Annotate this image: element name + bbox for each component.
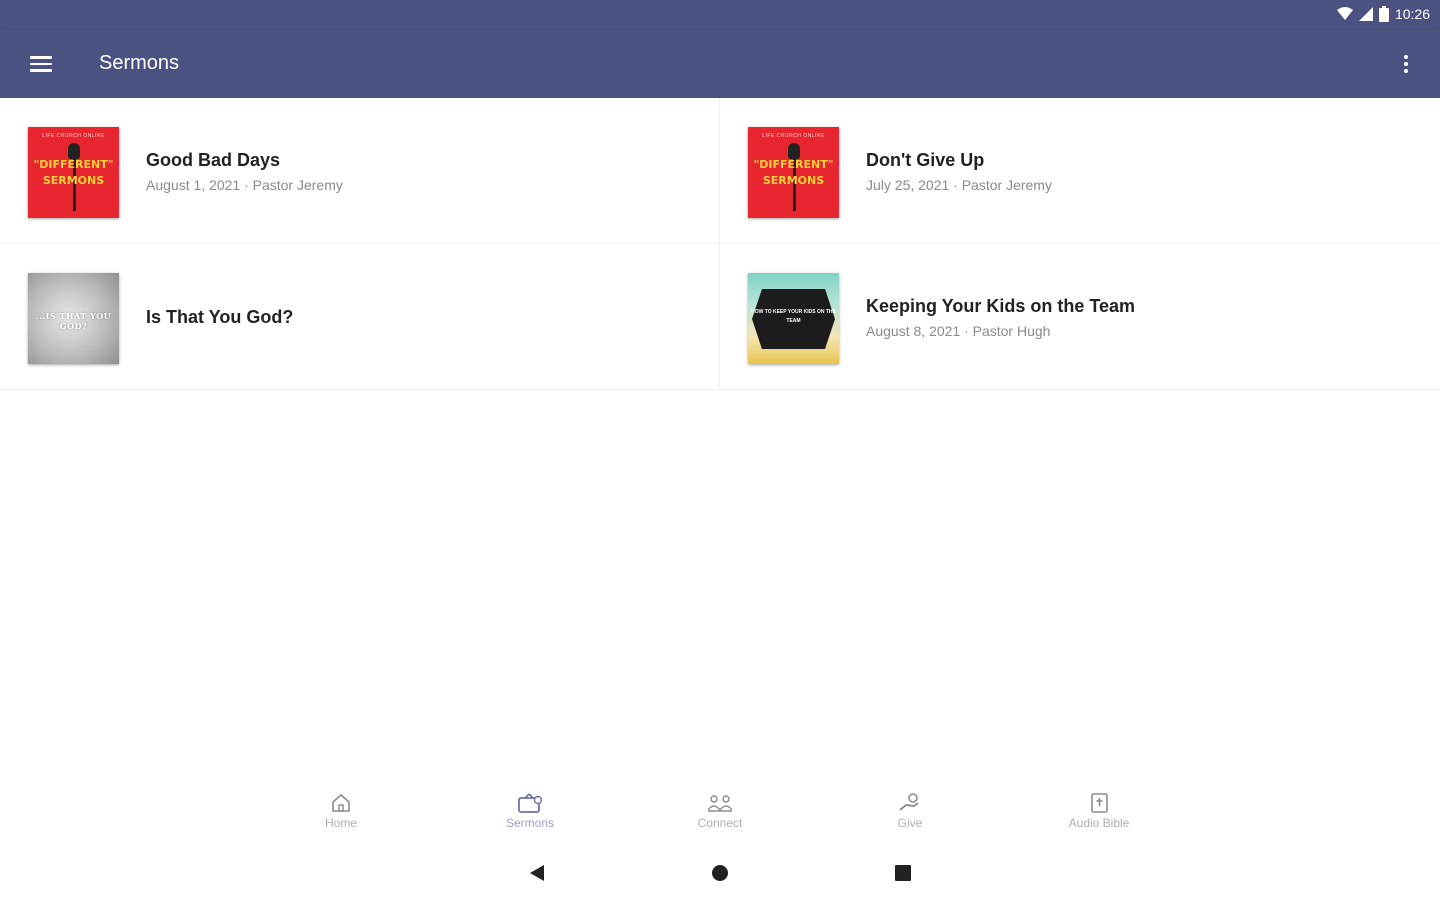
battery-icon (1378, 6, 1389, 22)
nav-sermons[interactable]: Sermons (480, 786, 580, 830)
hamburger-icon-line (30, 56, 52, 59)
nav-label: Home (324, 816, 357, 830)
sermon-meta: August 1, 2021 · Pastor Jeremy (146, 177, 343, 193)
home-icon (332, 793, 350, 812)
nav-label: Connect (697, 816, 743, 830)
sermon-card[interactable]: HOW TO KEEP YOUR KIDS ON THE TEAM Keepin… (720, 244, 1440, 390)
artwork-caption: LIFE CHURCH ONLINE (762, 133, 825, 139)
overflow-menu-button[interactable] (1394, 50, 1418, 78)
overflow-dot (1404, 69, 1408, 73)
recents-icon[interactable] (894, 864, 912, 882)
nav-home[interactable]: Home (291, 786, 391, 830)
nav-audio-bible[interactable]: Audio Bible (1049, 786, 1149, 830)
status-icons: 10:26 (1336, 6, 1430, 22)
status-bar: 10:26 (0, 0, 1440, 30)
sermon-title: Is That You God? (146, 307, 294, 327)
home-circle-icon[interactable] (711, 864, 729, 882)
system-navigation-bar (0, 856, 1440, 892)
nav-give[interactable]: Give (860, 786, 960, 830)
tv-icon (518, 793, 543, 813)
sermon-artwork: ...IS THAT YOU GOD? (28, 273, 119, 364)
bottom-navigation: Home Sermons Connect Give Audio Bible (0, 786, 1440, 842)
sermon-card[interactable]: LIFE CHURCH ONLINE "DIFFERENT" SERMONS Do… (720, 98, 1440, 244)
bible-icon (1091, 793, 1108, 813)
sermon-card[interactable]: LIFE CHURCH ONLINE "DIFFERENT" SERMONS Go… (0, 98, 720, 244)
sermon-info: Keeping Your Kids on the Team August 8, … (866, 296, 1135, 339)
artwork-title: "DIFFERENT" SERMONS (33, 158, 114, 187)
nav-label: Sermons (505, 816, 555, 830)
hamburger-icon-line (30, 62, 52, 66)
sermon-meta: July 25, 2021 · Pastor Jeremy (866, 177, 1052, 193)
artwork-title: HOW TO KEEP YOUR KIDS ON THE TEAM (751, 309, 836, 324)
sermon-title: Good Bad Days (146, 150, 281, 170)
group-icon (707, 795, 733, 812)
sermon-artwork: LIFE CHURCH ONLINE "DIFFERENT" SERMONS (28, 127, 119, 218)
sermon-info: Is That You God? (146, 307, 293, 328)
sermon-info: Good Bad Days August 1, 2021 · Pastor Je… (146, 150, 343, 193)
artwork-title: ...IS THAT YOU GOD? (35, 311, 112, 331)
sermon-card[interactable]: ...IS THAT YOU GOD? Is That You God? (0, 244, 720, 390)
overflow-dot (1404, 55, 1408, 59)
nav-label: Audio Bible (1068, 816, 1130, 830)
app-bar: Sermons (0, 30, 1440, 98)
back-icon[interactable] (528, 864, 546, 882)
sermon-title: Don't Give Up (866, 150, 985, 170)
nav-label: Give (897, 816, 923, 830)
page-title: Sermons (99, 52, 180, 74)
signal-icon (1358, 7, 1373, 21)
hamburger-icon-line (30, 69, 52, 72)
artwork-title: "DIFFERENT" SERMONS (753, 158, 834, 187)
sermon-title: Keeping Your Kids on the Team (866, 296, 1136, 316)
sermon-meta: August 8, 2021 · Pastor Hugh (866, 323, 1051, 339)
overflow-dot (1404, 62, 1408, 66)
nav-connect[interactable]: Connect (670, 786, 770, 830)
sermon-artwork: HOW TO KEEP YOUR KIDS ON THE TEAM (748, 273, 839, 364)
artwork-caption: LIFE CHURCH ONLINE (42, 133, 105, 139)
status-time: 10:26 (1394, 6, 1430, 22)
menu-button[interactable] (24, 48, 58, 80)
sermon-info: Don't Give Up July 25, 2021 · Pastor Jer… (866, 150, 1052, 193)
wifi-icon (1336, 7, 1353, 20)
sermon-grid: LIFE CHURCH ONLINE "DIFFERENT" SERMONS Go… (0, 98, 1440, 390)
sermon-artwork: LIFE CHURCH ONLINE "DIFFERENT" SERMONS (748, 127, 839, 218)
give-hand-icon (899, 793, 919, 811)
